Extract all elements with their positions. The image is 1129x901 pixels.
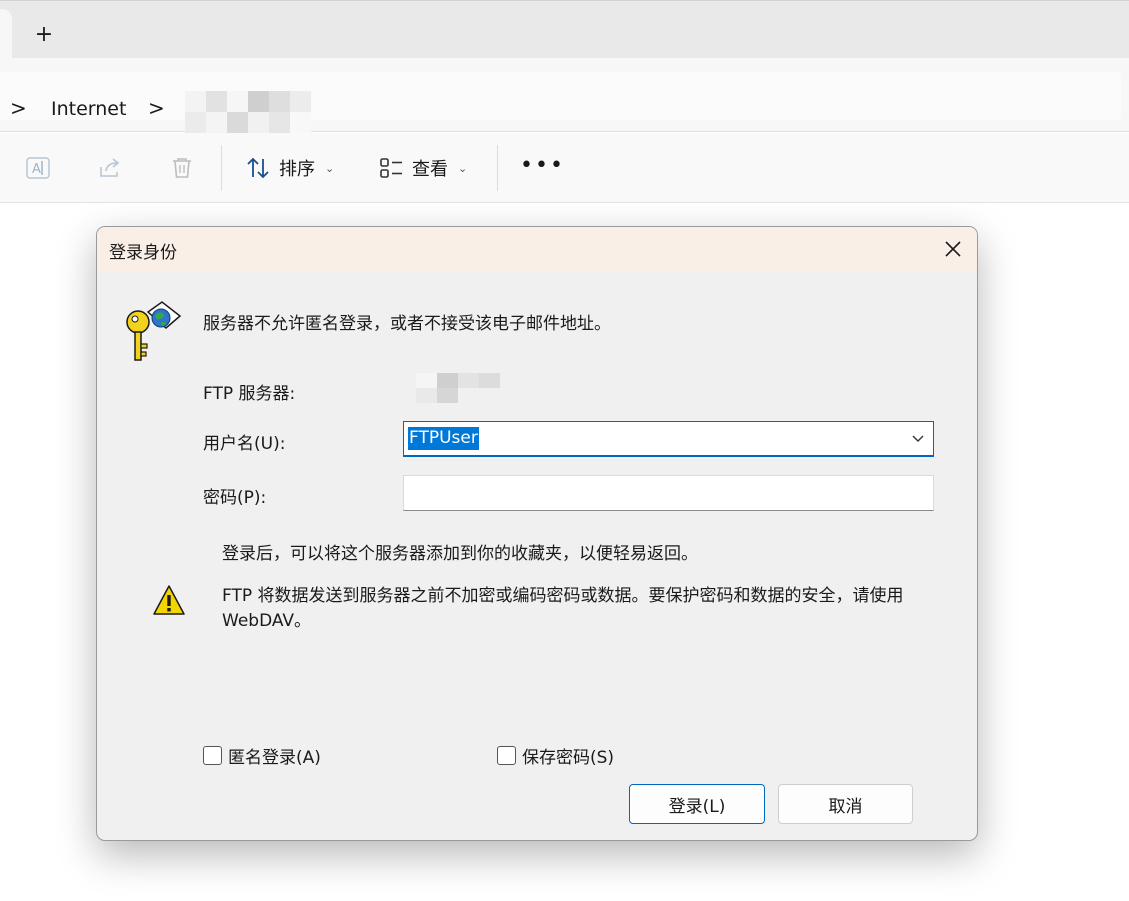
command-separator <box>497 145 498 191</box>
sort-button[interactable]: 排序 ⌄ <box>245 151 334 185</box>
chevron-down-icon: ⌄ <box>325 161 335 175</box>
password-label: 密码(P): <box>203 488 267 508</box>
checkbox-box[interactable] <box>497 746 516 765</box>
cancel-button[interactable]: 取消 <box>778 784 913 824</box>
view-button[interactable]: 查看 ⌄ <box>378 151 467 185</box>
login-error-message: 服务器不允许匿名登录，或者不接受该电子邮件地址。 <box>203 314 611 334</box>
key-globe-icon <box>126 301 182 361</box>
dialog-title: 登录身份 <box>109 243 177 263</box>
breadcrumb-chevron-icon[interactable]: > <box>148 96 165 120</box>
delete-icon[interactable] <box>169 155 195 181</box>
save-password-label: 保存密码(S) <box>522 748 615 768</box>
dialog-title-bar[interactable]: 登录身份 <box>97 227 977 271</box>
warning-icon <box>153 585 185 615</box>
login-dialog: 登录身份 服务器不允许匿名登录，或者不接受该电子邮件地址。 FTP 服务器: 用… <box>96 226 978 841</box>
username-value[interactable]: FTPUser <box>408 427 479 450</box>
command-bar: A 排序 ⌄ 查看 ⌄ ••• <box>0 133 1129 203</box>
chevron-down-icon: ⌄ <box>458 161 468 175</box>
dialog-body: 服务器不允许匿名登录，或者不接受该电子邮件地址。 FTP 服务器: 用户名(U)… <box>97 271 977 840</box>
save-password-checkbox[interactable]: 保存密码(S) <box>497 743 614 768</box>
favorites-note: 登录后，可以将这个服务器添加到你的收藏夹，以便轻易返回。 <box>222 544 698 564</box>
breadcrumb-item-internet[interactable]: Internet <box>51 98 126 120</box>
chevron-down-icon[interactable] <box>911 431 925 445</box>
share-icon[interactable] <box>97 155 123 181</box>
address-bar: > Internet > <box>0 58 1129 133</box>
security-warning: FTP 将数据发送到服务器之前不加密或编码密码或数据。要保护密码和数据的安全，请… <box>222 586 904 631</box>
sort-icon <box>247 157 269 179</box>
sort-label: 排序 <box>279 159 315 180</box>
anonymous-login-label: 匿名登录(A) <box>228 748 321 768</box>
username-combobox[interactable]: FTPUser <box>403 421 934 457</box>
command-separator <box>221 145 222 191</box>
redacted-address <box>185 91 311 133</box>
close-icon[interactable] <box>937 233 969 265</box>
anonymous-login-checkbox[interactable]: 匿名登录(A) <box>203 743 321 768</box>
breadcrumb[interactable]: > Internet > <box>0 72 1121 133</box>
tab-strip: + <box>0 0 1129 59</box>
view-icon <box>380 158 402 178</box>
ftp-server-label: FTP 服务器: <box>203 384 296 404</box>
username-label: 用户名(U): <box>203 434 286 454</box>
rename-icon[interactable]: A <box>25 155 51 181</box>
password-field[interactable] <box>403 475 934 511</box>
view-label: 查看 <box>412 159 448 180</box>
breadcrumb-chevron-icon[interactable]: > <box>10 96 27 120</box>
more-options-button[interactable]: ••• <box>520 153 565 178</box>
login-button[interactable]: 登录(L) <box>629 784 765 824</box>
new-tab-button[interactable]: + <box>30 22 58 50</box>
active-tab-edge[interactable] <box>0 9 12 59</box>
checkbox-box[interactable] <box>203 746 222 765</box>
svg-text:A: A <box>32 162 41 177</box>
redacted-server-name <box>416 373 500 403</box>
